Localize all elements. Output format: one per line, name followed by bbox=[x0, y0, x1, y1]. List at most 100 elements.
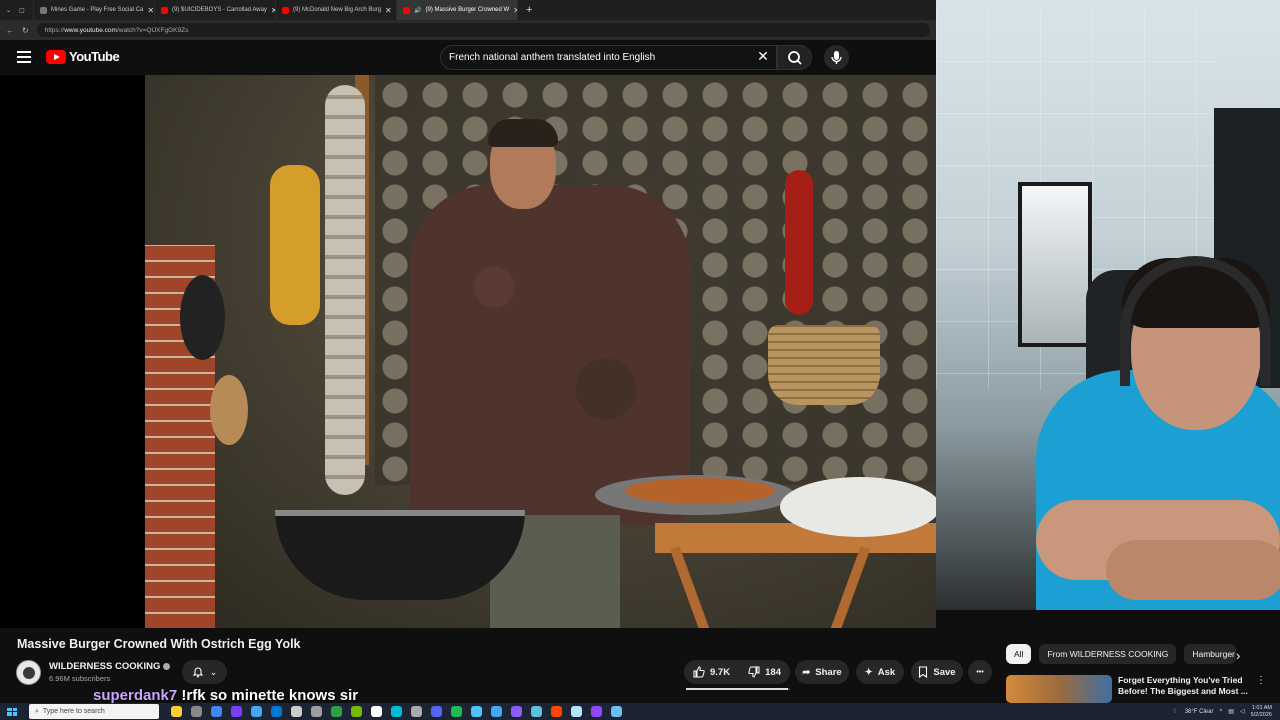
volume-icon[interactable]: ◁ bbox=[1240, 708, 1245, 715]
taskbar-app-icon[interactable] bbox=[271, 706, 282, 717]
taskbar-app-icon[interactable] bbox=[251, 706, 262, 717]
browser-tab-bar: ⌄ ▢ Mines Game - Play Free Social Ca ✕ (… bbox=[0, 0, 936, 20]
save-label: Save bbox=[933, 666, 956, 678]
recommended-more-icon[interactable]: ⋮ bbox=[1256, 675, 1266, 703]
taskbar-app-icon[interactable] bbox=[391, 706, 402, 717]
weather-text: 36°F Clear bbox=[1184, 708, 1214, 715]
tab-list-icon[interactable]: ⌄ bbox=[6, 7, 11, 14]
flour-pile bbox=[780, 477, 936, 537]
chip-next-icon[interactable]: › bbox=[1236, 648, 1240, 663]
voice-search-button[interactable] bbox=[824, 45, 849, 70]
recommended-title[interactable]: Forget Everything You've Tried Before! T… bbox=[1118, 675, 1250, 703]
reload-icon[interactable]: ↻ bbox=[22, 26, 29, 35]
chat-message: !rfk so minette knows sir bbox=[181, 687, 359, 704]
more-actions-button[interactable]: ••• bbox=[968, 660, 992, 684]
taskbar-app-icon[interactable] bbox=[591, 706, 602, 717]
notification-bell-button[interactable]: ⌄ bbox=[182, 660, 227, 684]
weather-icon: ☾ bbox=[1173, 709, 1179, 715]
browser-tab[interactable]: (9) $UICIDEBOYS - Carrollad Away ✕ bbox=[155, 0, 276, 20]
ask-label: Ask bbox=[877, 666, 896, 678]
tab-title: (9) $UICIDEBOYS - Carrollad Away bbox=[172, 7, 267, 13]
taskbar-app-icon[interactable] bbox=[431, 706, 442, 717]
taskbar-app-icon[interactable] bbox=[371, 706, 382, 717]
channel-name[interactable]: WILDERNESS COOKING bbox=[49, 661, 171, 672]
taskbar-app-icon[interactable] bbox=[411, 706, 422, 717]
browser-menu-tab[interactable]: ⌄ ▢ bbox=[0, 0, 34, 20]
network-icon[interactable]: ▤ bbox=[1228, 708, 1234, 715]
subscriber-count: 6.96M subscribers bbox=[49, 674, 111, 683]
youtube-favicon-icon bbox=[403, 6, 410, 14]
taskbar-app-icon[interactable] bbox=[311, 706, 322, 717]
hamburger-menu-icon[interactable] bbox=[17, 51, 31, 63]
video-player[interactable] bbox=[0, 75, 936, 628]
more-icon: ••• bbox=[976, 668, 984, 676]
clock[interactable]: 1:01 AM 5/2/2026 bbox=[1251, 705, 1272, 719]
tray-chevron-icon[interactable]: ^ bbox=[1219, 709, 1222, 715]
recommended-thumbnail[interactable] bbox=[1006, 675, 1112, 703]
taskbar-app-icon[interactable] bbox=[471, 706, 482, 717]
webcam-overlay bbox=[936, 0, 1280, 610]
youtube-logo[interactable]: YouTube bbox=[46, 49, 120, 64]
taskbar-app-icon[interactable] bbox=[231, 706, 242, 717]
browser-tab-active[interactable]: 🔊 (9) Massive Burger Crowned W ✕ bbox=[397, 0, 518, 20]
taskbar-app-icon[interactable] bbox=[331, 706, 342, 717]
clear-search-icon[interactable]: ✕ bbox=[754, 48, 772, 65]
wicker-basket bbox=[768, 325, 880, 405]
fried-meat bbox=[625, 478, 775, 504]
chip-hamburger[interactable]: Hamburger bbox=[1184, 644, 1237, 664]
taskbar-app-icon[interactable] bbox=[611, 706, 622, 717]
ask-button[interactable]: ✦ Ask bbox=[856, 660, 904, 684]
taskbar-app-icon[interactable] bbox=[531, 706, 542, 717]
taskbar-app-icon[interactable] bbox=[451, 706, 462, 717]
taskbar-search-input[interactable]: ⌕ Type here to search bbox=[29, 704, 159, 719]
table-leg bbox=[829, 546, 871, 628]
url-path: /watch?v=QlJXFgGK9Zs bbox=[116, 26, 189, 34]
like-ratio-fill bbox=[686, 688, 788, 690]
cook-hair bbox=[488, 119, 558, 147]
chevron-down-icon: ⌄ bbox=[209, 666, 218, 677]
clock-date: 5/2/2026 bbox=[1250, 711, 1272, 718]
taskbar-app-icon[interactable] bbox=[551, 706, 562, 717]
channel-name-text: WILDERNESS COOKING bbox=[49, 661, 161, 672]
recommended-video[interactable]: Forget Everything You've Tried Before! T… bbox=[1006, 675, 1280, 703]
search-button[interactable] bbox=[777, 45, 812, 70]
tab-close-icon[interactable]: ✕ bbox=[513, 6, 517, 15]
microphone-icon bbox=[831, 51, 842, 64]
browser-tab[interactable]: Mines Game - Play Free Social Ca ✕ bbox=[34, 0, 155, 20]
video-title: Massive Burger Crowned With Ostrich Egg … bbox=[17, 637, 301, 651]
share-button[interactable]: ➦ Share bbox=[795, 660, 849, 684]
speaker-icon[interactable]: 🔊 bbox=[414, 7, 421, 14]
like-button[interactable]: 9.7K bbox=[684, 660, 739, 684]
taskbar-app-icon[interactable] bbox=[511, 706, 522, 717]
taskbar-app-icon[interactable] bbox=[291, 706, 302, 717]
taskbar-app-icon[interactable] bbox=[571, 706, 582, 717]
dislike-button[interactable]: 184 bbox=[739, 660, 790, 684]
new-tab-button[interactable]: + bbox=[526, 4, 532, 16]
save-button[interactable]: Save bbox=[911, 660, 963, 684]
chip-all[interactable]: All bbox=[1006, 644, 1032, 664]
taskbar-app-icon[interactable] bbox=[351, 706, 362, 717]
dislike-count: 184 bbox=[765, 666, 781, 678]
windows-start-icon[interactable] bbox=[5, 706, 19, 718]
chip-from-channel[interactable]: From WILDERNESS COOKING bbox=[1039, 644, 1177, 664]
tab-square-icon[interactable]: ▢ bbox=[19, 7, 25, 14]
clock-time: 1:01 AM bbox=[1251, 704, 1272, 711]
taskbar-app-icon[interactable] bbox=[491, 706, 502, 717]
video-frame[interactable] bbox=[145, 75, 936, 628]
back-icon[interactable]: ← bbox=[6, 26, 14, 35]
like-dislike-group: 9.7K 184 bbox=[684, 660, 790, 684]
tab-close-icon[interactable]: ✕ bbox=[147, 6, 154, 15]
windows-taskbar: ⌕ Type here to search ☾ 36°F Clear ^ ▤ ◁… bbox=[0, 703, 1280, 720]
channel-avatar[interactable] bbox=[16, 659, 41, 685]
browser-address-row: ← ↻ https://www.youtube.com/watch?v=QlJX… bbox=[0, 20, 936, 40]
url-bar[interactable]: https://www.youtube.com/watch?v=QlJXFgGK… bbox=[36, 23, 930, 37]
taskbar-app-icon[interactable] bbox=[171, 706, 182, 717]
like-count: 9.7K bbox=[710, 666, 731, 678]
taskbar-app-icon[interactable] bbox=[211, 706, 222, 717]
mirror bbox=[1018, 182, 1092, 347]
browser-tab[interactable]: (9) McDonald New Big Arch Burg ✕ bbox=[276, 0, 397, 20]
sparkle-icon: ✦ bbox=[864, 666, 873, 678]
search-input[interactable]: French national anthem translated into E… bbox=[440, 45, 777, 70]
taskbar-app-icon[interactable] bbox=[191, 706, 202, 717]
tab-close-icon[interactable]: ✕ bbox=[385, 6, 392, 15]
